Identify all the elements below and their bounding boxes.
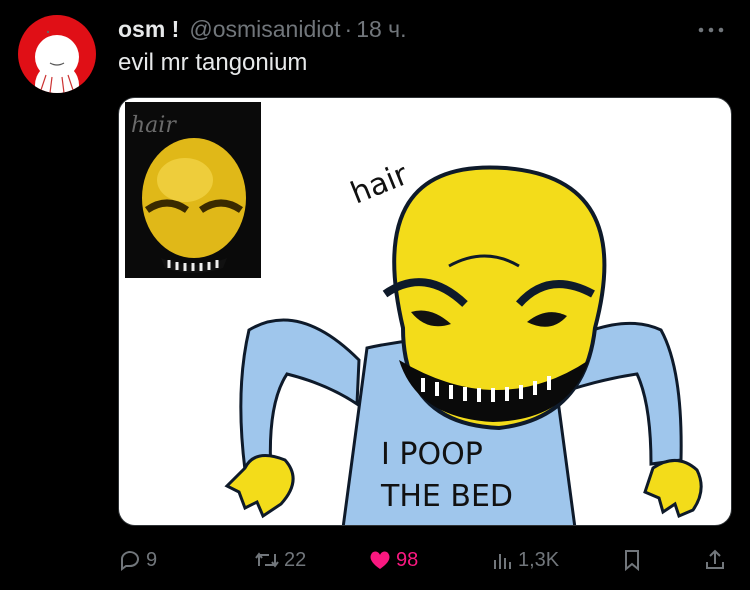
like-button[interactable]: 98 (368, 540, 418, 580)
avatar-drawing (35, 30, 79, 93)
share-button[interactable] (704, 540, 726, 580)
like-icon (368, 549, 392, 571)
more-button[interactable] (693, 18, 729, 42)
shirt-text-line2: THE BED (380, 479, 513, 514)
shirt-text-line1: I POOP (381, 437, 483, 472)
reply-count: 9 (146, 548, 158, 571)
main-caption: hair (346, 157, 414, 211)
tweet-time[interactable]: 18 ч. (356, 16, 406, 43)
inset-caption: hair (131, 113, 177, 138)
views-button[interactable]: 1,3K (492, 540, 559, 580)
action-bar: 9 22 98 1,3K (0, 540, 750, 580)
inset-photo: hair (125, 102, 261, 278)
main-drawing: hair I POOP THE BED (224, 157, 703, 525)
bookmark-button[interactable] (622, 540, 642, 580)
retweet-icon (254, 548, 280, 572)
tweet-header: osm ! @osmisanidiot · 18 ч. (118, 14, 407, 44)
retweet-button[interactable]: 22 (254, 540, 306, 580)
separator-dot: · (344, 15, 353, 42)
reply-button[interactable]: 9 (118, 540, 157, 580)
author-handle[interactable]: @osmisanidiot (189, 16, 340, 43)
reply-icon (118, 548, 142, 572)
avatar[interactable] (18, 15, 96, 93)
tweet-text: evil mr tangonium (118, 49, 308, 76)
author-name[interactable]: osm ! (118, 16, 179, 43)
share-icon (704, 548, 726, 572)
views-icon (492, 549, 514, 571)
views-count: 1,3K (518, 548, 560, 571)
like-count: 98 (396, 548, 419, 571)
tweet-image[interactable]: hair hair I POOP THE BED (118, 97, 732, 526)
bookmark-icon (622, 548, 642, 572)
retweet-count: 22 (284, 548, 307, 571)
more-icon (698, 27, 724, 33)
